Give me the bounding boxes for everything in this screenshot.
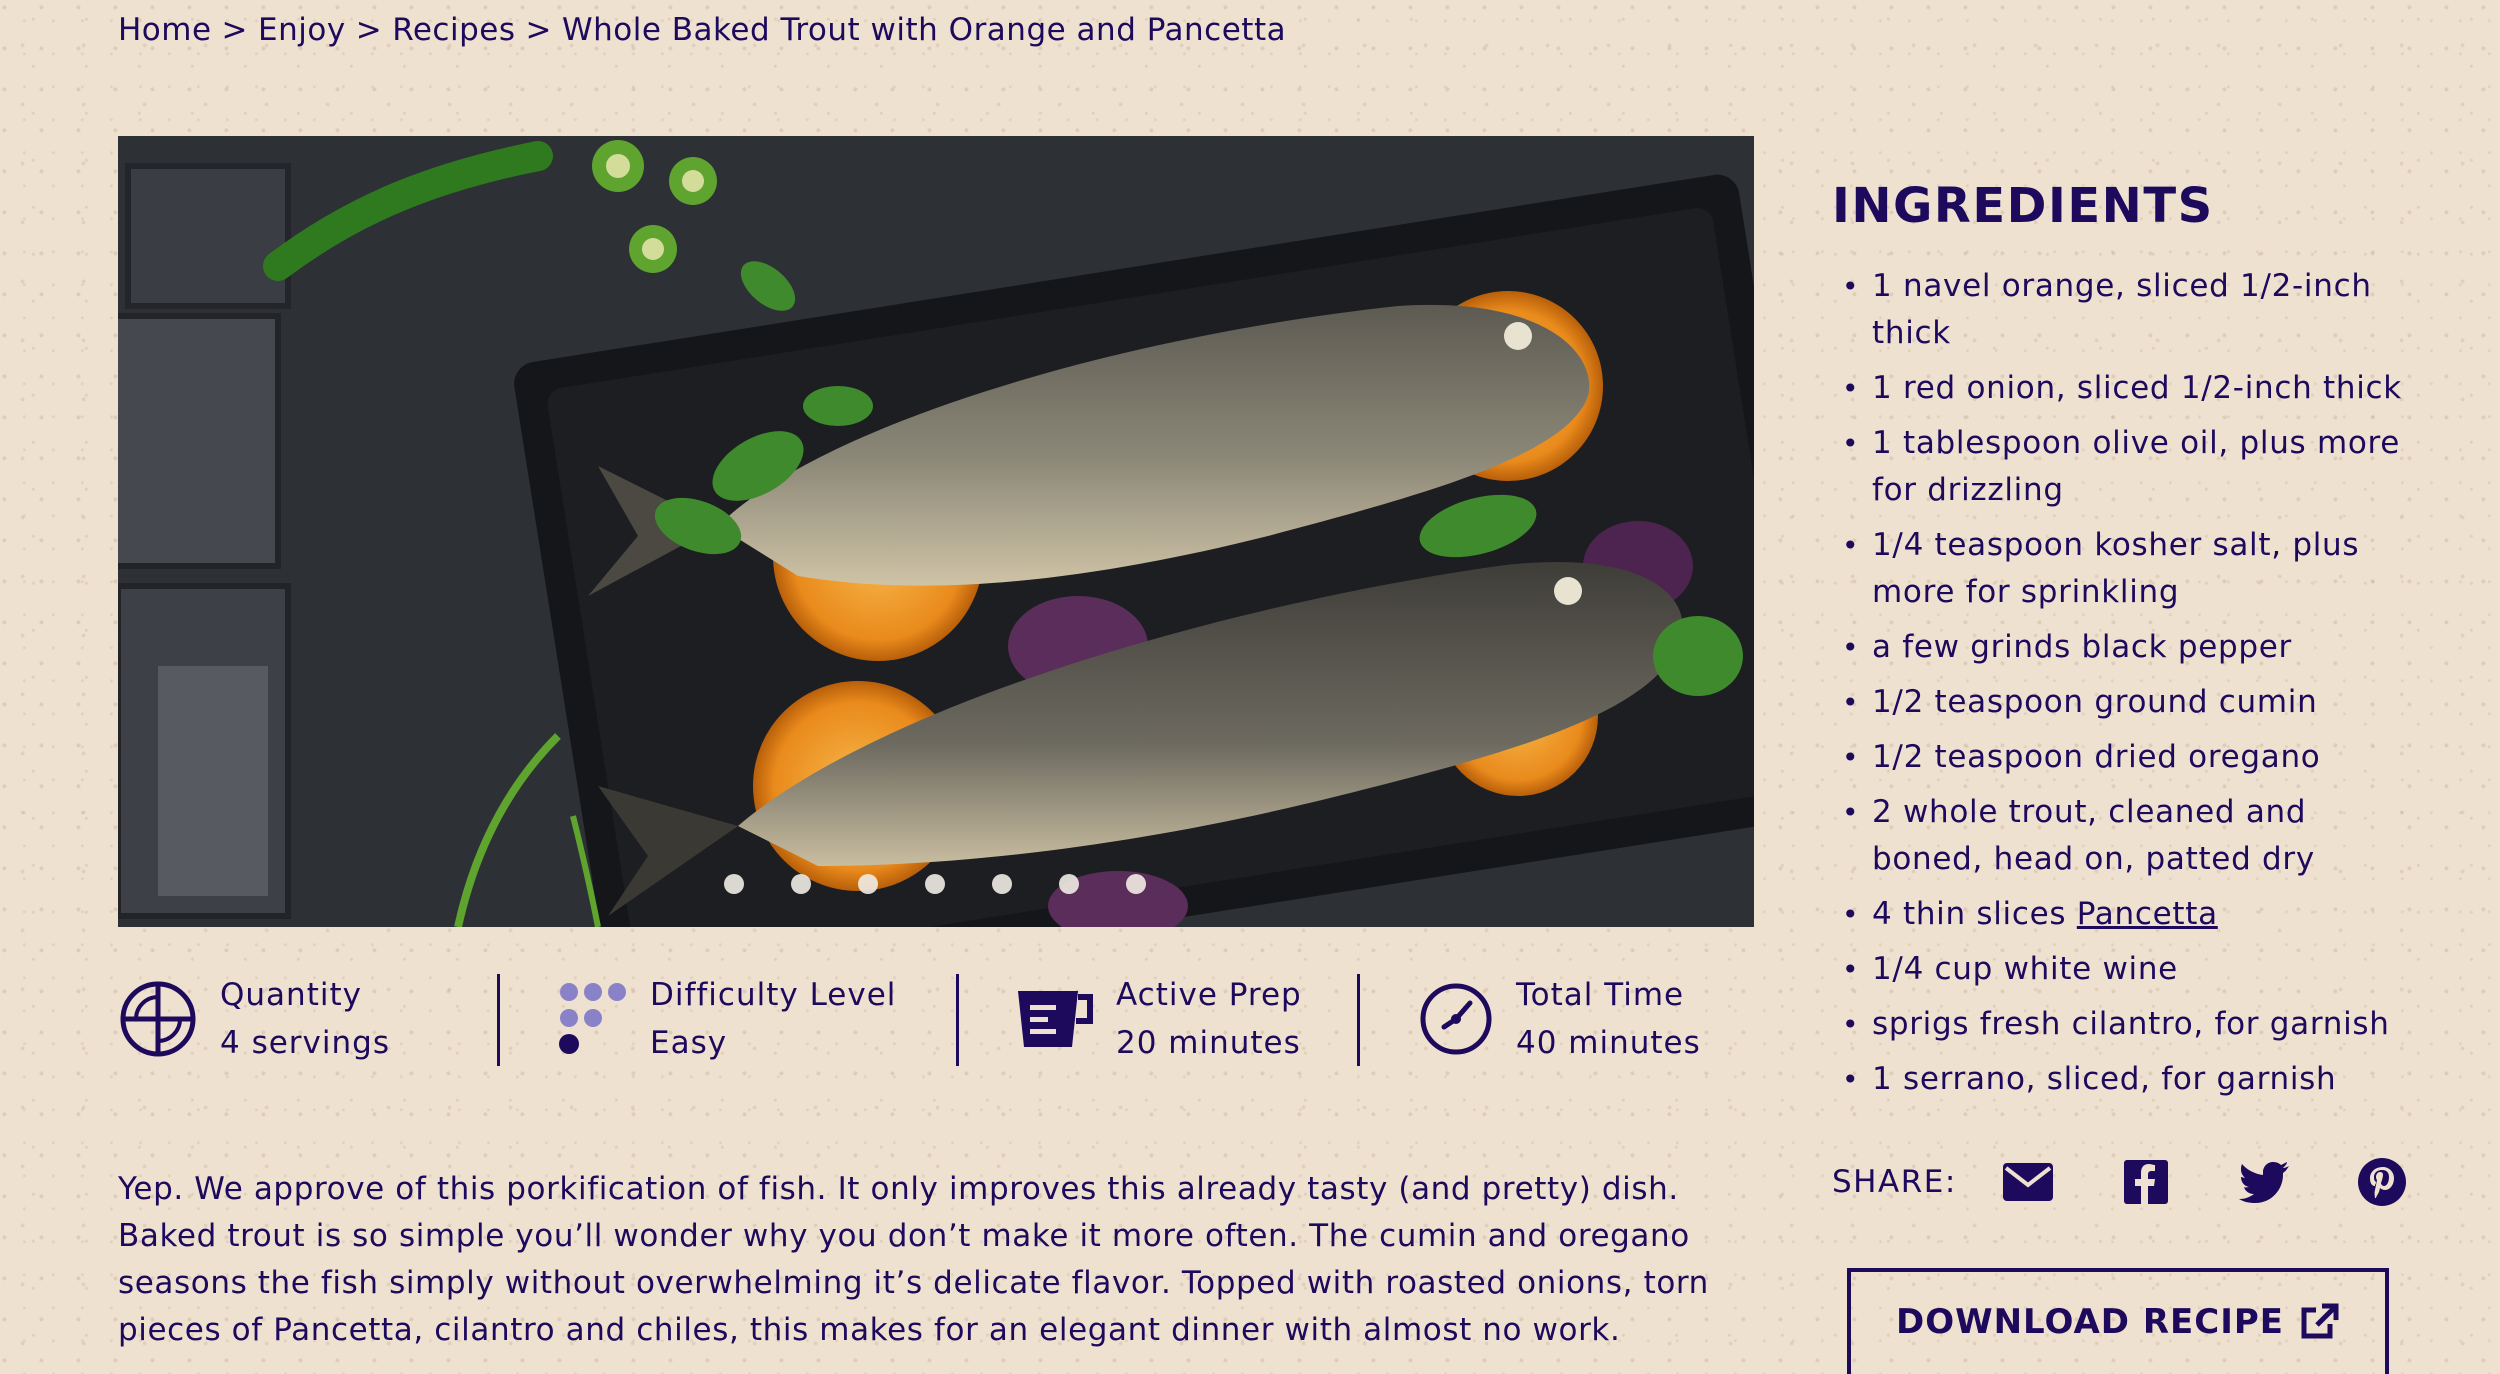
stat-total-time: Total Time 40 minutes bbox=[1418, 966, 1701, 1072]
recipe-stats: Quantity 4 servings Difficulty Level Eas… bbox=[118, 966, 1754, 1072]
breadcrumb: Home > Enjoy > Recipes > Whole Baked Tro… bbox=[118, 12, 1286, 48]
stat-quantity-label: Quantity bbox=[220, 977, 362, 1013]
stat-total-time-value: 40 minutes bbox=[1516, 1025, 1701, 1061]
clock-icon bbox=[1420, 983, 1492, 1055]
carousel-dot-6[interactable] bbox=[1059, 874, 1079, 894]
ingredient-item: 2 whole trout, cleaned and boned, head o… bbox=[1838, 789, 2408, 883]
facebook-icon[interactable] bbox=[2117, 1153, 2175, 1211]
pancetta-link[interactable]: Pancetta bbox=[2077, 896, 2218, 932]
stat-difficulty-value: Easy bbox=[650, 1025, 728, 1061]
carousel-dot-7[interactable] bbox=[1126, 874, 1146, 894]
breadcrumb-recipes[interactable]: Recipes bbox=[392, 12, 515, 48]
stat-total-time-label: Total Time bbox=[1516, 977, 1685, 1013]
share-bar: SHARE: bbox=[1832, 1152, 2471, 1212]
stat-divider bbox=[1357, 974, 1360, 1066]
breadcrumb-separator: > bbox=[355, 12, 383, 48]
recipe-image-carousel[interactable] bbox=[118, 136, 1754, 927]
carousel-dot-3[interactable] bbox=[858, 874, 878, 894]
ingredient-item: sprigs fresh cilantro, for garnish bbox=[1838, 1001, 2408, 1048]
share-label: SHARE: bbox=[1832, 1164, 1957, 1200]
stat-prep-value: 20 minutes bbox=[1116, 1025, 1301, 1061]
external-link-icon bbox=[2301, 1303, 2339, 1339]
ingredient-item: 1 red onion, sliced 1/2-inch thick bbox=[1838, 365, 2408, 412]
ingredient-item: 1/4 teaspoon kosher salt, plus more for … bbox=[1838, 522, 2408, 616]
breadcrumb-current: Whole Baked Trout with Orange and Pancet… bbox=[561, 12, 1287, 48]
carousel-dot-2[interactable] bbox=[791, 874, 811, 894]
stat-prep-label: Active Prep bbox=[1116, 977, 1302, 1013]
trout-photo bbox=[118, 136, 1754, 927]
twitter-icon[interactable] bbox=[2235, 1153, 2293, 1211]
stat-quantity: Quantity 4 servings bbox=[118, 966, 390, 1072]
ingredients-list: 1 navel orange, sliced 1/2-inch thick 1 … bbox=[1838, 263, 2408, 1111]
ingredient-item: a few grinds black pepper bbox=[1838, 624, 2408, 671]
ingredient-item: 1/2 teaspoon dried oregano bbox=[1838, 734, 2408, 781]
download-recipe-label: DOWNLOAD RECIPE bbox=[1895, 1302, 2285, 1342]
servings-icon bbox=[120, 981, 196, 1057]
stat-prep: Active Prep 20 minutes bbox=[1014, 966, 1302, 1072]
carousel-dot-4[interactable] bbox=[925, 874, 945, 894]
breadcrumb-separator: > bbox=[221, 12, 249, 48]
breadcrumb-home[interactable]: Home bbox=[118, 12, 212, 48]
ingredient-item: 1/4 cup white wine bbox=[1838, 946, 2408, 993]
ingredients-title: INGREDIENTS bbox=[1832, 178, 2214, 234]
stat-difficulty-label: Difficulty Level bbox=[650, 977, 897, 1013]
ingredient-item: 1 tablespoon olive oil, plus more for dr… bbox=[1838, 420, 2408, 514]
stat-divider bbox=[956, 974, 959, 1066]
email-icon[interactable] bbox=[1999, 1153, 2057, 1211]
measuring-cup-icon bbox=[1018, 991, 1093, 1047]
stat-quantity-value: 4 servings bbox=[220, 1025, 390, 1061]
stat-difficulty: Difficulty Level Easy bbox=[558, 966, 896, 1072]
breadcrumb-enjoy[interactable]: Enjoy bbox=[258, 12, 346, 48]
ingredient-item-pancetta: 4 thin slices Pancetta bbox=[1838, 891, 2408, 938]
breadcrumb-separator: > bbox=[525, 12, 552, 48]
carousel-dot-5[interactable] bbox=[992, 874, 1012, 894]
stat-divider bbox=[497, 974, 500, 1066]
difficulty-dots-icon bbox=[559, 983, 626, 1054]
carousel-dots bbox=[724, 874, 1146, 894]
carousel-dot-1[interactable] bbox=[724, 874, 744, 894]
ingredient-text: 4 thin slices bbox=[1872, 896, 2077, 932]
ingredient-item: 1 navel orange, sliced 1/2-inch thick bbox=[1838, 263, 2408, 357]
pinterest-icon[interactable] bbox=[2353, 1153, 2411, 1211]
ingredient-item: 1/2 teaspoon ground cumin bbox=[1838, 679, 2408, 726]
ingredient-item: 1 serrano, sliced, for garnish bbox=[1838, 1056, 2408, 1103]
recipe-description: Yep. We approve of this porkification of… bbox=[118, 1171, 1709, 1348]
download-recipe-button[interactable]: DOWNLOAD RECIPE bbox=[1847, 1268, 2389, 1374]
